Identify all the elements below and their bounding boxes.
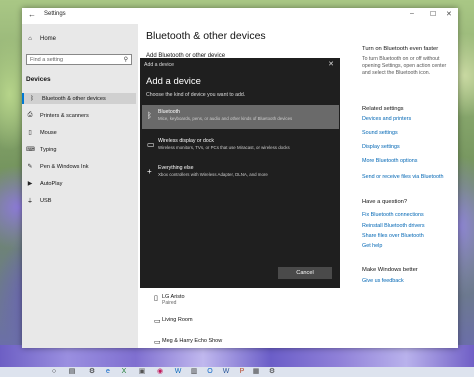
link-feedback[interactable]: Give us feedback: [362, 278, 404, 284]
outlook-icon[interactable]: O: [206, 368, 214, 376]
device-name: Meg & Harry Echo Show: [162, 338, 223, 344]
related-settings-heading: Related settings: [362, 106, 404, 112]
powerpoint-icon[interactable]: P: [238, 368, 246, 376]
sidebar-item-label: Mouse: [40, 129, 57, 136]
add-device-dialog: Add a device ✕ Add a device Choose the k…: [140, 58, 340, 288]
tip-heading: Turn on Bluetooth even faster: [362, 46, 439, 52]
excel-icon[interactable]: X: [120, 368, 128, 376]
bluetooth-icon: ᛒ: [30, 95, 34, 102]
printer-icon: ⎙: [27, 112, 33, 118]
edge-icon[interactable]: e: [104, 368, 112, 376]
sidebar-item-label: USB: [40, 197, 52, 204]
settings-gear-icon[interactable]: ⚙: [88, 368, 96, 376]
speaker-icon: ▭: [154, 339, 161, 346]
feedback-heading: Make Windows better: [362, 267, 418, 273]
option-title: Wireless display or dock: [158, 138, 214, 144]
option-description: Xbox controllers with Wireless Adapter, …: [158, 172, 268, 177]
page-title: Bluetooth & other devices: [146, 30, 266, 42]
sidebar-home[interactable]: ⌂ Home: [26, 36, 56, 42]
back-arrow-icon[interactable]: ←: [28, 10, 36, 19]
link-share-files[interactable]: Share files over Bluetooth: [362, 233, 424, 239]
close-icon[interactable]: ✕: [446, 10, 452, 18]
sidebar-item-mouse[interactable]: ▯ Mouse: [26, 127, 134, 138]
link-more-bluetooth[interactable]: More Bluetooth options: [362, 158, 417, 164]
sidebar-item-label: Pen & Windows Ink: [40, 163, 89, 170]
autoplay-icon: ▶: [27, 181, 33, 187]
device-item[interactable]: ▯ LG Aristo Paired: [154, 294, 185, 306]
option-wireless-display[interactable]: ▭ Wireless display or dock Wireless moni…: [142, 134, 339, 158]
link-reinstall-drivers[interactable]: Reinstall Bluetooth drivers: [362, 223, 425, 229]
desktop-bluebells: [0, 345, 474, 367]
keyboard-icon: ⌨: [26, 147, 35, 153]
plus-icon: +: [147, 167, 152, 176]
maximize-icon[interactable]: ☐: [430, 10, 436, 18]
sidebar-item-typing[interactable]: ⌨ Typing: [26, 144, 134, 155]
link-fix-bluetooth[interactable]: Fix Bluetooth connections: [362, 212, 424, 218]
sidebar-item-label: Bluetooth & other devices: [42, 95, 106, 102]
device-status: Paired: [162, 300, 177, 306]
settings-window: ← Settings – ☐ ✕ ⌂ Home Find a setting ⚲…: [22, 8, 458, 348]
link-send-receive-files[interactable]: Send or receive files via Bluetooth: [362, 174, 444, 180]
home-icon: ⌂: [28, 36, 32, 42]
usb-icon: ⏚: [26, 199, 33, 205]
app-icon[interactable]: ▦: [252, 368, 260, 376]
mouse-icon: ▯: [28, 130, 32, 136]
search-placeholder: Find a setting: [30, 57, 64, 63]
device-name: Living Room: [162, 317, 193, 323]
sidebar-item-label: Typing: [40, 146, 57, 153]
sidebar-home-label: Home: [40, 36, 57, 42]
link-devices-printers[interactable]: Devices and printers: [362, 116, 411, 122]
sidebar-item-printers[interactable]: ⎙ Printers & scanners: [26, 110, 134, 121]
option-bluetooth[interactable]: ᛒ Bluetooth Mice, keyboards, pens, or au…: [142, 105, 339, 129]
sidebar-section-title: Devices: [26, 76, 51, 83]
window-title: Settings: [44, 11, 66, 17]
gear-icon[interactable]: ⚙: [268, 368, 276, 376]
link-sound-settings[interactable]: Sound settings: [362, 130, 398, 136]
sidebar-item-label: Printers & scanners: [40, 112, 89, 119]
sidebar: ⌂ Home Find a setting ⚲ Devices ᛒ Blueto…: [22, 24, 138, 348]
pen-icon: ✎: [27, 164, 33, 170]
search-input[interactable]: Find a setting ⚲: [26, 54, 132, 65]
option-title: Bluetooth: [158, 109, 180, 115]
sidebar-item-autoplay[interactable]: ▶ AutoPlay: [26, 178, 134, 189]
word-icon[interactable]: W: [222, 368, 230, 376]
taskbar: ○ ▤ ⚙ e X ▣ ◉ W ▥ O W P ▦ ⚙: [0, 367, 474, 377]
phone-icon: ▯: [154, 295, 158, 302]
device-item[interactable]: ▭ Meg & Harry Echo Show: [154, 338, 223, 346]
app-icon[interactable]: ◉: [156, 368, 164, 376]
device-item[interactable]: ▭ Living Room: [154, 317, 193, 325]
app-icon[interactable]: ▥: [190, 368, 198, 376]
search-icon[interactable]: ⚲: [124, 56, 128, 63]
minimize-icon[interactable]: –: [410, 10, 414, 17]
option-title: Everything else: [158, 165, 194, 171]
link-display-settings[interactable]: Display settings: [362, 144, 400, 150]
app-icon[interactable]: ▣: [138, 368, 146, 376]
dialog-window-title: Add a device: [144, 62, 174, 68]
tip-text: To turn Bluetooth on or off without open…: [362, 56, 447, 76]
sidebar-item-pen[interactable]: ✎ Pen & Windows Ink: [26, 161, 134, 172]
bluetooth-icon: ᛒ: [147, 111, 152, 120]
option-description: Wireless monitors, TVs, or PCs that use …: [158, 145, 290, 150]
sidebar-item-label: AutoPlay: [40, 180, 63, 187]
question-heading: Have a question?: [362, 199, 408, 205]
word-icon[interactable]: W: [174, 368, 182, 376]
sidebar-item-bluetooth[interactable]: ᛒ Bluetooth & other devices: [22, 93, 136, 104]
dialog-subheading: Choose the kind of device you want to ad…: [146, 92, 246, 98]
monitor-icon: ▭: [147, 140, 155, 149]
option-everything-else[interactable]: + Everything else Xbox controllers with …: [142, 161, 339, 185]
task-view-icon[interactable]: ▤: [68, 368, 76, 376]
link-get-help[interactable]: Get help: [362, 243, 382, 249]
dialog-close-icon[interactable]: ✕: [328, 60, 334, 68]
dialog-heading: Add a device: [146, 76, 201, 87]
search-icon[interactable]: ○: [50, 368, 58, 376]
sidebar-item-usb[interactable]: ⏚ USB: [26, 195, 134, 206]
option-description: Mice, keyboards, pens, or audio and othe…: [158, 116, 293, 121]
title-bar: ← Settings – ☐ ✕: [22, 8, 458, 24]
speaker-icon: ▭: [154, 318, 161, 325]
cancel-button[interactable]: Cancel: [278, 267, 332, 279]
